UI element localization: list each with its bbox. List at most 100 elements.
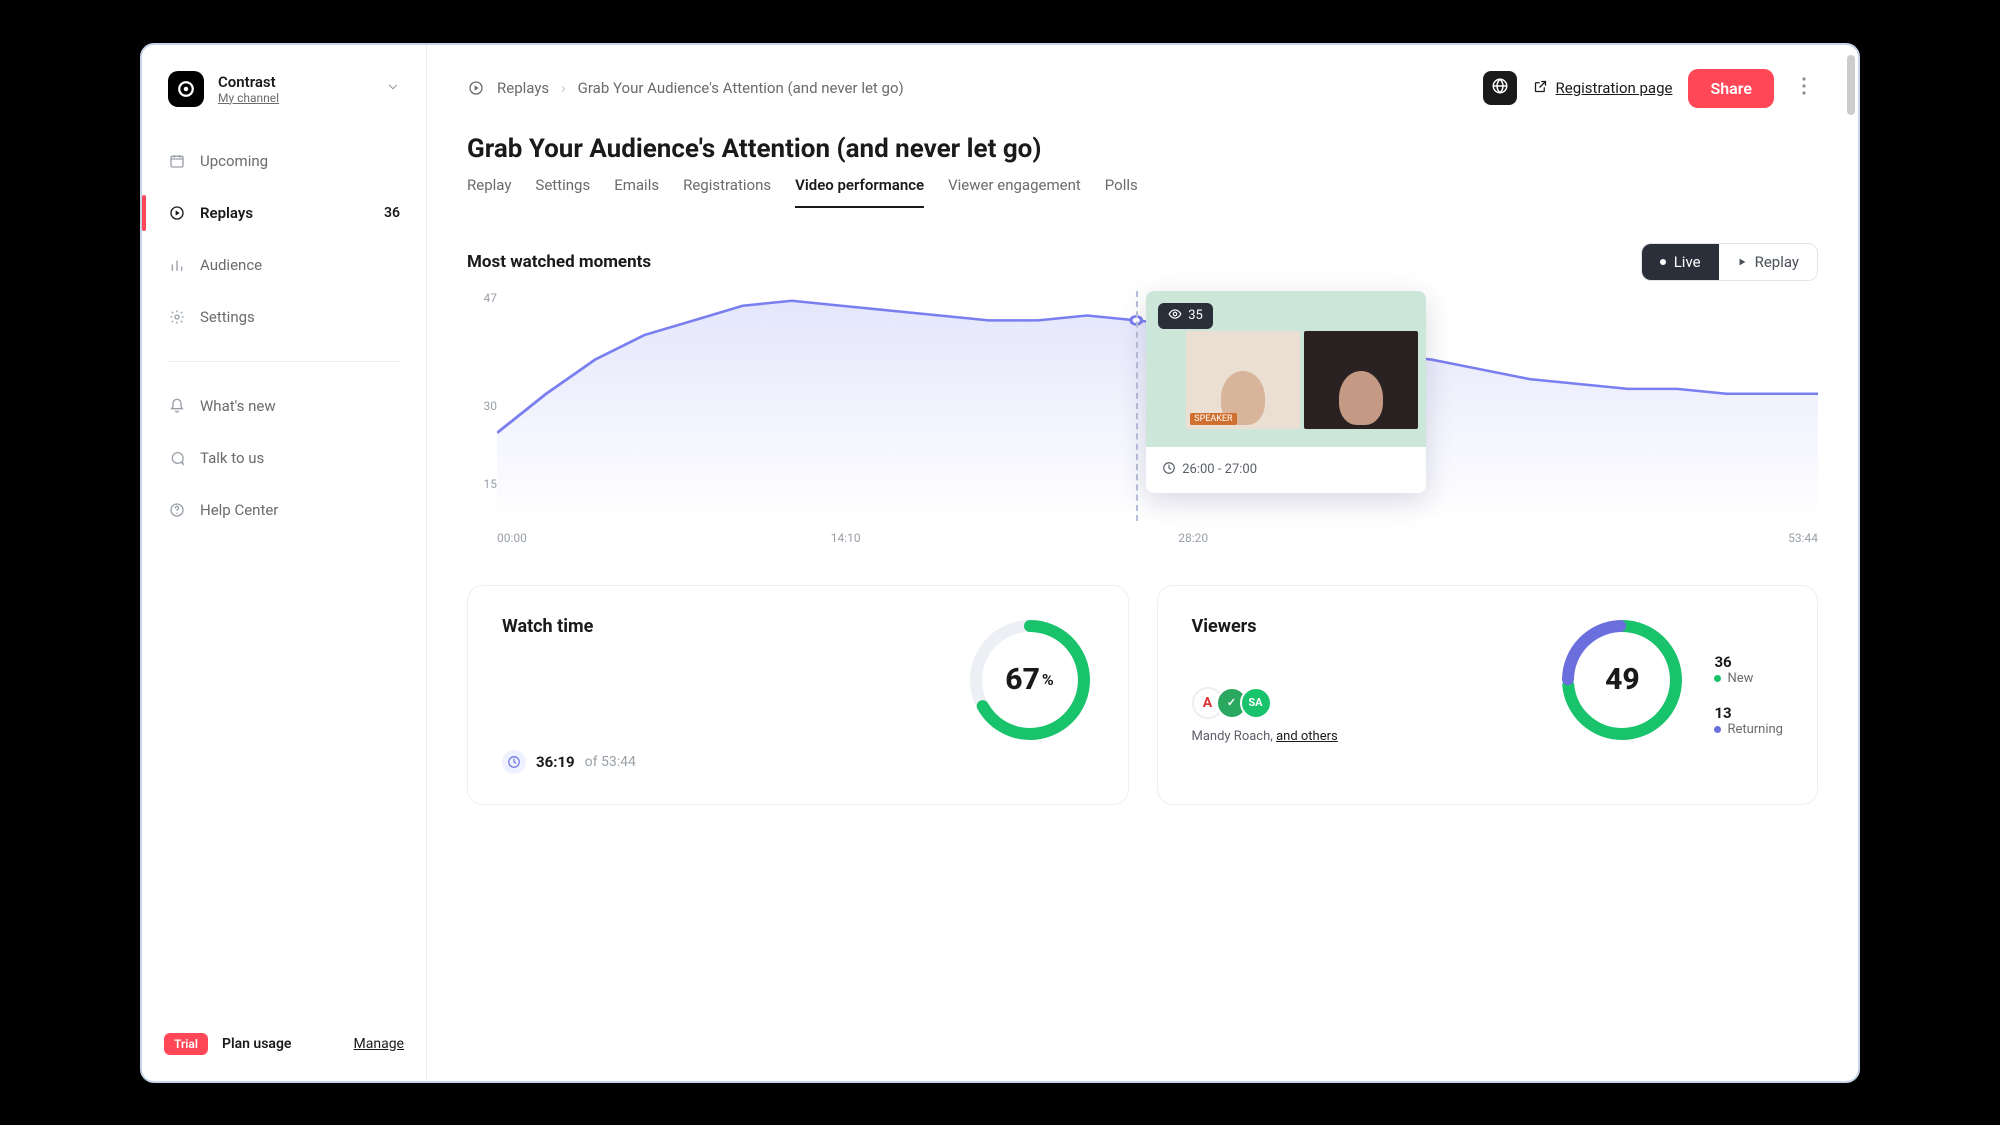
topbar: Replays › Grab Your Audience's Attention… <box>467 69 1818 108</box>
sidebar-footer: Trial Plan usage Manage <box>142 1015 426 1081</box>
toggle-live[interactable]: Live <box>1642 244 1719 280</box>
live-replay-toggle: Live Replay <box>1641 243 1818 281</box>
tabs: Replay Settings Emails Registrations Vid… <box>467 176 1818 209</box>
tooltip-viewer-count: 35 <box>1188 308 1203 323</box>
tab-polls[interactable]: Polls <box>1105 176 1138 208</box>
sidebar-item-talktous[interactable]: Talk to us <box>142 432 426 484</box>
watch-of: of 53:44 <box>585 754 636 770</box>
viewer-named: Mandy Roach, <box>1192 729 1273 744</box>
play-icon <box>1737 253 1747 271</box>
registration-page-label: Registration page <box>1556 79 1673 97</box>
card-title: Viewers <box>1192 616 1559 637</box>
sidebar-item-label: Help Center <box>200 501 278 519</box>
y-tick: 15 <box>471 477 497 491</box>
manage-link[interactable]: Manage <box>354 1036 404 1052</box>
x-tick: 14:10 <box>831 531 861 545</box>
trial-badge: Trial <box>164 1033 208 1055</box>
viewers-donut: 49 <box>1558 616 1686 744</box>
viewers-card: Viewers A ✓ SA Mandy Roach, and others <box>1157 585 1819 805</box>
share-button[interactable]: Share <box>1688 69 1774 108</box>
tab-video-performance[interactable]: Video performance <box>795 176 924 208</box>
sidebar-item-upcoming[interactable]: Upcoming <box>142 135 426 187</box>
x-tick: 00:00 <box>497 531 527 545</box>
tab-registrations[interactable]: Registrations <box>683 176 771 208</box>
tooltip-timerange-label: 26:00 - 27:00 <box>1182 462 1257 477</box>
more-vertical-icon <box>1802 77 1806 99</box>
legend-new-label: New <box>1727 671 1753 686</box>
viewers-total: 49 <box>1605 662 1640 697</box>
dot-icon <box>1660 259 1666 265</box>
chevron-down-icon <box>386 79 400 98</box>
dot-icon <box>1714 726 1721 733</box>
y-tick: 30 <box>471 399 497 413</box>
y-axis: 47 30 15 <box>471 291 497 521</box>
bars-icon <box>168 256 186 274</box>
y-tick: 47 <box>471 291 497 305</box>
tab-viewer-engagement[interactable]: Viewer engagement <box>948 176 1081 208</box>
sidebar-item-badge: 36 <box>384 205 400 221</box>
x-tick: 53:44 <box>1788 531 1818 545</box>
section-title: Most watched moments <box>467 252 651 272</box>
watch-time-card: Watch time 36:19 of 53:44 67% <box>467 585 1129 805</box>
viewer-names: Mandy Roach, and others <box>1192 729 1559 744</box>
viewer-others-link[interactable]: and others <box>1276 729 1338 744</box>
eye-icon <box>1168 307 1182 325</box>
more-menu-button[interactable] <box>1790 71 1818 105</box>
play-circle-icon <box>168 204 186 222</box>
toggle-replay[interactable]: Replay <box>1719 244 1817 280</box>
sidebar-item-audience[interactable]: Audience <box>142 239 426 291</box>
kpi-cards: Watch time 36:19 of 53:44 67% <box>467 585 1818 805</box>
legend-new-count: 36 <box>1714 653 1783 671</box>
primary-nav: Upcoming Replays 36 Audience Settings Wh… <box>142 125 426 536</box>
tooltip-timerange: 26:00 - 27:00 <box>1146 447 1426 493</box>
viewers-legend: 36 New 13 Returning <box>1714 616 1783 774</box>
language-button[interactable] <box>1483 71 1517 105</box>
breadcrumb: Replays › Grab Your Audience's Attention… <box>467 79 904 97</box>
breadcrumb-current: Grab Your Audience's Attention (and neve… <box>578 79 904 97</box>
sidebar-item-label: Replays <box>200 204 253 222</box>
tab-settings[interactable]: Settings <box>535 176 590 208</box>
sidebar-item-helpcenter[interactable]: Help Center <box>142 484 426 536</box>
workspace-subtitle[interactable]: My channel <box>218 91 372 105</box>
sidebar-item-label: Talk to us <box>200 449 264 467</box>
tab-replay[interactable]: Replay <box>467 176 511 208</box>
watch-donut: 67% <box>966 616 1094 744</box>
x-tick: 28:20 <box>1178 531 1208 545</box>
percent-sign: % <box>1042 670 1054 689</box>
breadcrumb-root[interactable]: Replays <box>497 79 549 97</box>
viewer-avatars: A ✓ SA <box>1192 687 1559 719</box>
sidebar-item-label: Audience <box>200 256 262 274</box>
legend-returning-label: Returning <box>1727 722 1783 737</box>
toggle-live-label: Live <box>1674 253 1701 271</box>
plan-usage-label: Plan usage <box>222 1036 291 1052</box>
registration-page-link[interactable]: Registration page <box>1533 79 1673 98</box>
sidebar-item-replays[interactable]: Replays 36 <box>142 187 426 239</box>
chart-plot: 35 LIVE SPEAKER 26:00 - 27:00 <box>497 291 1818 521</box>
main-content: Replays › Grab Your Audience's Attention… <box>427 45 1858 1081</box>
play-circle-icon <box>467 79 485 97</box>
help-icon <box>168 501 186 519</box>
external-link-icon <box>1533 79 1548 98</box>
app-window: Contrast My channel Upcoming Replays 36 … <box>140 43 1860 1083</box>
tab-emails[interactable]: Emails <box>614 176 659 208</box>
sidebar-item-settings[interactable]: Settings <box>142 291 426 343</box>
section-header: Most watched moments Live Replay <box>467 243 1818 281</box>
tooltip-thumbnail: 35 LIVE SPEAKER <box>1146 291 1426 447</box>
sidebar-item-label: What's new <box>200 397 276 415</box>
chat-icon <box>168 449 186 467</box>
chart-tooltip: 35 LIVE SPEAKER 26:00 - 27:00 <box>1146 291 1426 493</box>
x-axis: 00:00 14:10 28:20 53:44 <box>497 531 1818 561</box>
workspace-switcher[interactable]: Contrast My channel <box>142 45 426 125</box>
card-title: Watch time <box>502 616 966 637</box>
sidebar-item-whatsnew[interactable]: What's new <box>142 380 426 432</box>
toggle-replay-label: Replay <box>1755 253 1799 271</box>
tooltip-viewer-badge: 35 <box>1158 303 1213 329</box>
workspace-logo-icon <box>168 71 204 107</box>
watch-elapsed: 36:19 <box>536 753 575 771</box>
chart-cursor <box>1136 291 1138 521</box>
moments-chart[interactable]: 47 30 15 <box>471 291 1818 561</box>
sidebar-item-label: Settings <box>200 308 255 326</box>
clock-icon <box>502 750 526 774</box>
legend-returning-count: 13 <box>1714 704 1783 722</box>
sidebar: Contrast My channel Upcoming Replays 36 … <box>142 45 427 1081</box>
